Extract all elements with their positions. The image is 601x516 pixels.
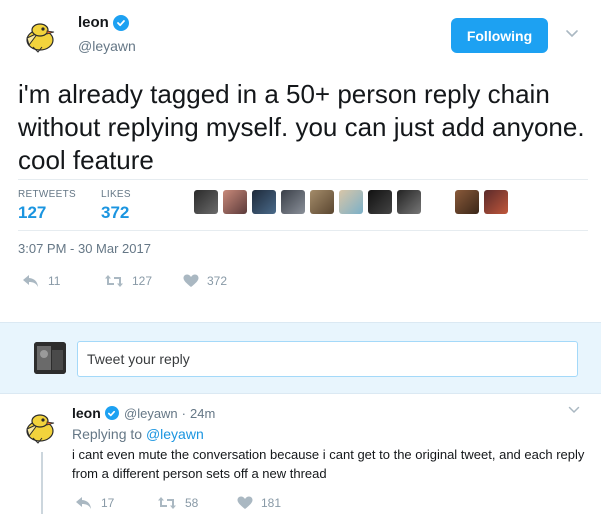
replying-to-link[interactable]: @leyawn xyxy=(146,426,204,442)
stats-divider xyxy=(18,230,588,231)
tweet-timestamp[interactable]: 3:07 PM - 30 Mar 2017 xyxy=(18,241,151,256)
reply-action[interactable]: 17 xyxy=(75,496,114,510)
current-user-avatar xyxy=(34,342,66,374)
like-count: 181 xyxy=(261,496,282,510)
like-action[interactable]: 181 xyxy=(237,496,281,510)
heart-icon xyxy=(237,496,253,509)
like-action[interactable]: 372 xyxy=(183,274,227,288)
reply-action[interactable]: 11 xyxy=(22,274,60,288)
reply-author-avatar-bird-icon[interactable] xyxy=(23,411,57,445)
thread-line xyxy=(41,452,43,514)
verified-badge-icon xyxy=(104,406,119,420)
liker-avatar[interactable] xyxy=(426,190,450,214)
liker-avatar[interactable] xyxy=(397,190,421,214)
replying-to: Replying to @leyawn xyxy=(72,426,204,442)
author-handle[interactable]: @leyawn xyxy=(78,38,136,54)
author-name-text[interactable]: leon xyxy=(78,14,109,31)
reply-count: 11 xyxy=(48,274,61,288)
meta-separator: · xyxy=(181,406,187,421)
retweets-label: RETWEETS xyxy=(18,189,76,200)
retweet-count: 58 xyxy=(185,496,199,510)
reply-age[interactable]: 24m xyxy=(190,406,215,421)
reply-icon xyxy=(23,275,38,287)
liker-avatar[interactable] xyxy=(368,190,392,214)
liker-avatar[interactable] xyxy=(484,190,508,214)
liker-avatar[interactable] xyxy=(310,190,334,214)
retweet-action[interactable]: 58 xyxy=(157,496,198,510)
likes-label: LIKES xyxy=(101,189,131,200)
retweet-icon xyxy=(105,275,123,287)
liker-avatar[interactable] xyxy=(194,190,218,214)
reply-input[interactable] xyxy=(77,341,578,377)
chevron-down-icon[interactable] xyxy=(565,29,579,39)
stats-divider xyxy=(18,179,588,180)
author-avatar-bird-icon[interactable] xyxy=(23,20,57,54)
reply-text: i cant even mute the conversation becaus… xyxy=(72,447,585,481)
like-count: 372 xyxy=(207,274,228,288)
reply-icon xyxy=(76,497,91,509)
tweet-text: i'm already tagged in a 50+ person reply… xyxy=(18,79,585,175)
author-name[interactable]: leon xyxy=(78,14,129,31)
replying-prefix: Replying to xyxy=(72,426,143,442)
liker-avatars xyxy=(194,190,508,214)
retweet-icon xyxy=(158,497,176,509)
liker-avatar[interactable] xyxy=(339,190,363,214)
reply-composer xyxy=(0,322,601,394)
reply-author-name-text[interactable]: leon xyxy=(72,405,101,421)
reply-author-handle[interactable]: @leyawn xyxy=(124,406,178,421)
reply-count: 17 xyxy=(101,496,115,510)
verified-badge-icon xyxy=(112,14,129,31)
heart-icon xyxy=(183,274,199,287)
retweet-action[interactable]: 127 xyxy=(104,274,152,288)
following-button[interactable]: Following xyxy=(451,18,548,53)
reply-author-name[interactable]: leon xyxy=(72,405,119,421)
reply-meta: @leyawn · 24m xyxy=(124,406,215,421)
chevron-down-icon[interactable] xyxy=(568,406,580,414)
liker-avatar[interactable] xyxy=(252,190,276,214)
retweets-count[interactable]: 127 xyxy=(18,203,46,223)
likes-count[interactable]: 372 xyxy=(101,203,129,223)
liker-avatar[interactable] xyxy=(455,190,479,214)
liker-avatar[interactable] xyxy=(223,190,247,214)
retweet-count: 127 xyxy=(132,274,153,288)
liker-avatar[interactable] xyxy=(281,190,305,214)
